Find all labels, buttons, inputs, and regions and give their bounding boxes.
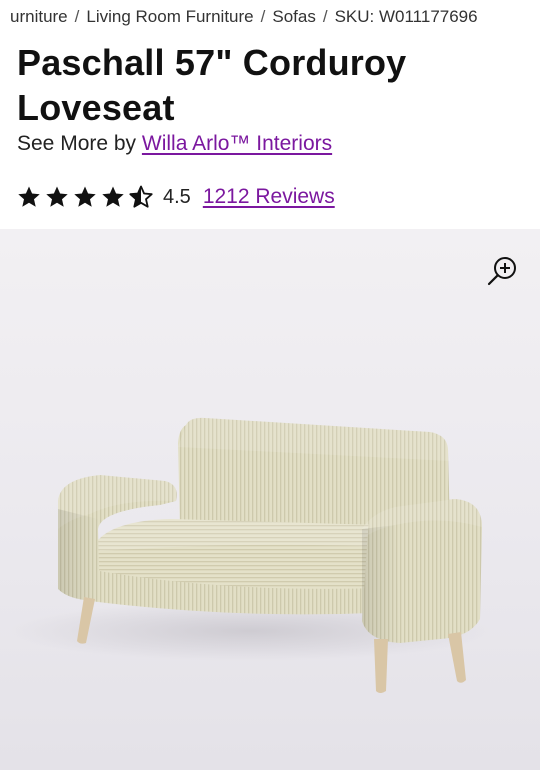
star-rating	[17, 185, 153, 209]
rating-value: 4.5	[163, 185, 191, 208]
star-full-icon	[74, 186, 96, 207]
star-full-icon	[18, 186, 40, 207]
star-half-icon	[129, 185, 153, 208]
star-full-icon	[46, 186, 68, 207]
reviews-link[interactable]: 1212 Reviews	[203, 185, 335, 209]
see-more-prefix: See More by	[17, 132, 137, 155]
rating-summary[interactable]: 4.5 1212 Reviews	[17, 182, 335, 212]
star-full-icon	[102, 186, 124, 207]
breadcrumb: urniture / Living Room Furniture / Sofas / SKU…	[10, 6, 540, 28]
loveseat-illustration	[10, 417, 490, 693]
breadcrumb-sku: SKU: W011177696	[334, 7, 478, 26]
product-title: Paschall 57" Corduroy Loveseat	[17, 42, 407, 128]
breadcrumb-separator: /	[260, 7, 266, 26]
breadcrumb-separator: /	[74, 7, 80, 26]
breadcrumb-item-living-room-furniture[interactable]: Living Room Furniture	[86, 7, 253, 26]
product-image[interactable]	[0, 229, 540, 770]
breadcrumb-separator: /	[322, 7, 328, 26]
breadcrumb-item-furniture[interactable]: urniture	[10, 7, 68, 26]
brand-link[interactable]: Willa Arlo™ Interiors	[142, 132, 332, 155]
see-more-by: See More by Willa Arlo™ Interiors	[17, 130, 332, 158]
breadcrumb-item-sofas[interactable]: Sofas	[272, 7, 315, 26]
